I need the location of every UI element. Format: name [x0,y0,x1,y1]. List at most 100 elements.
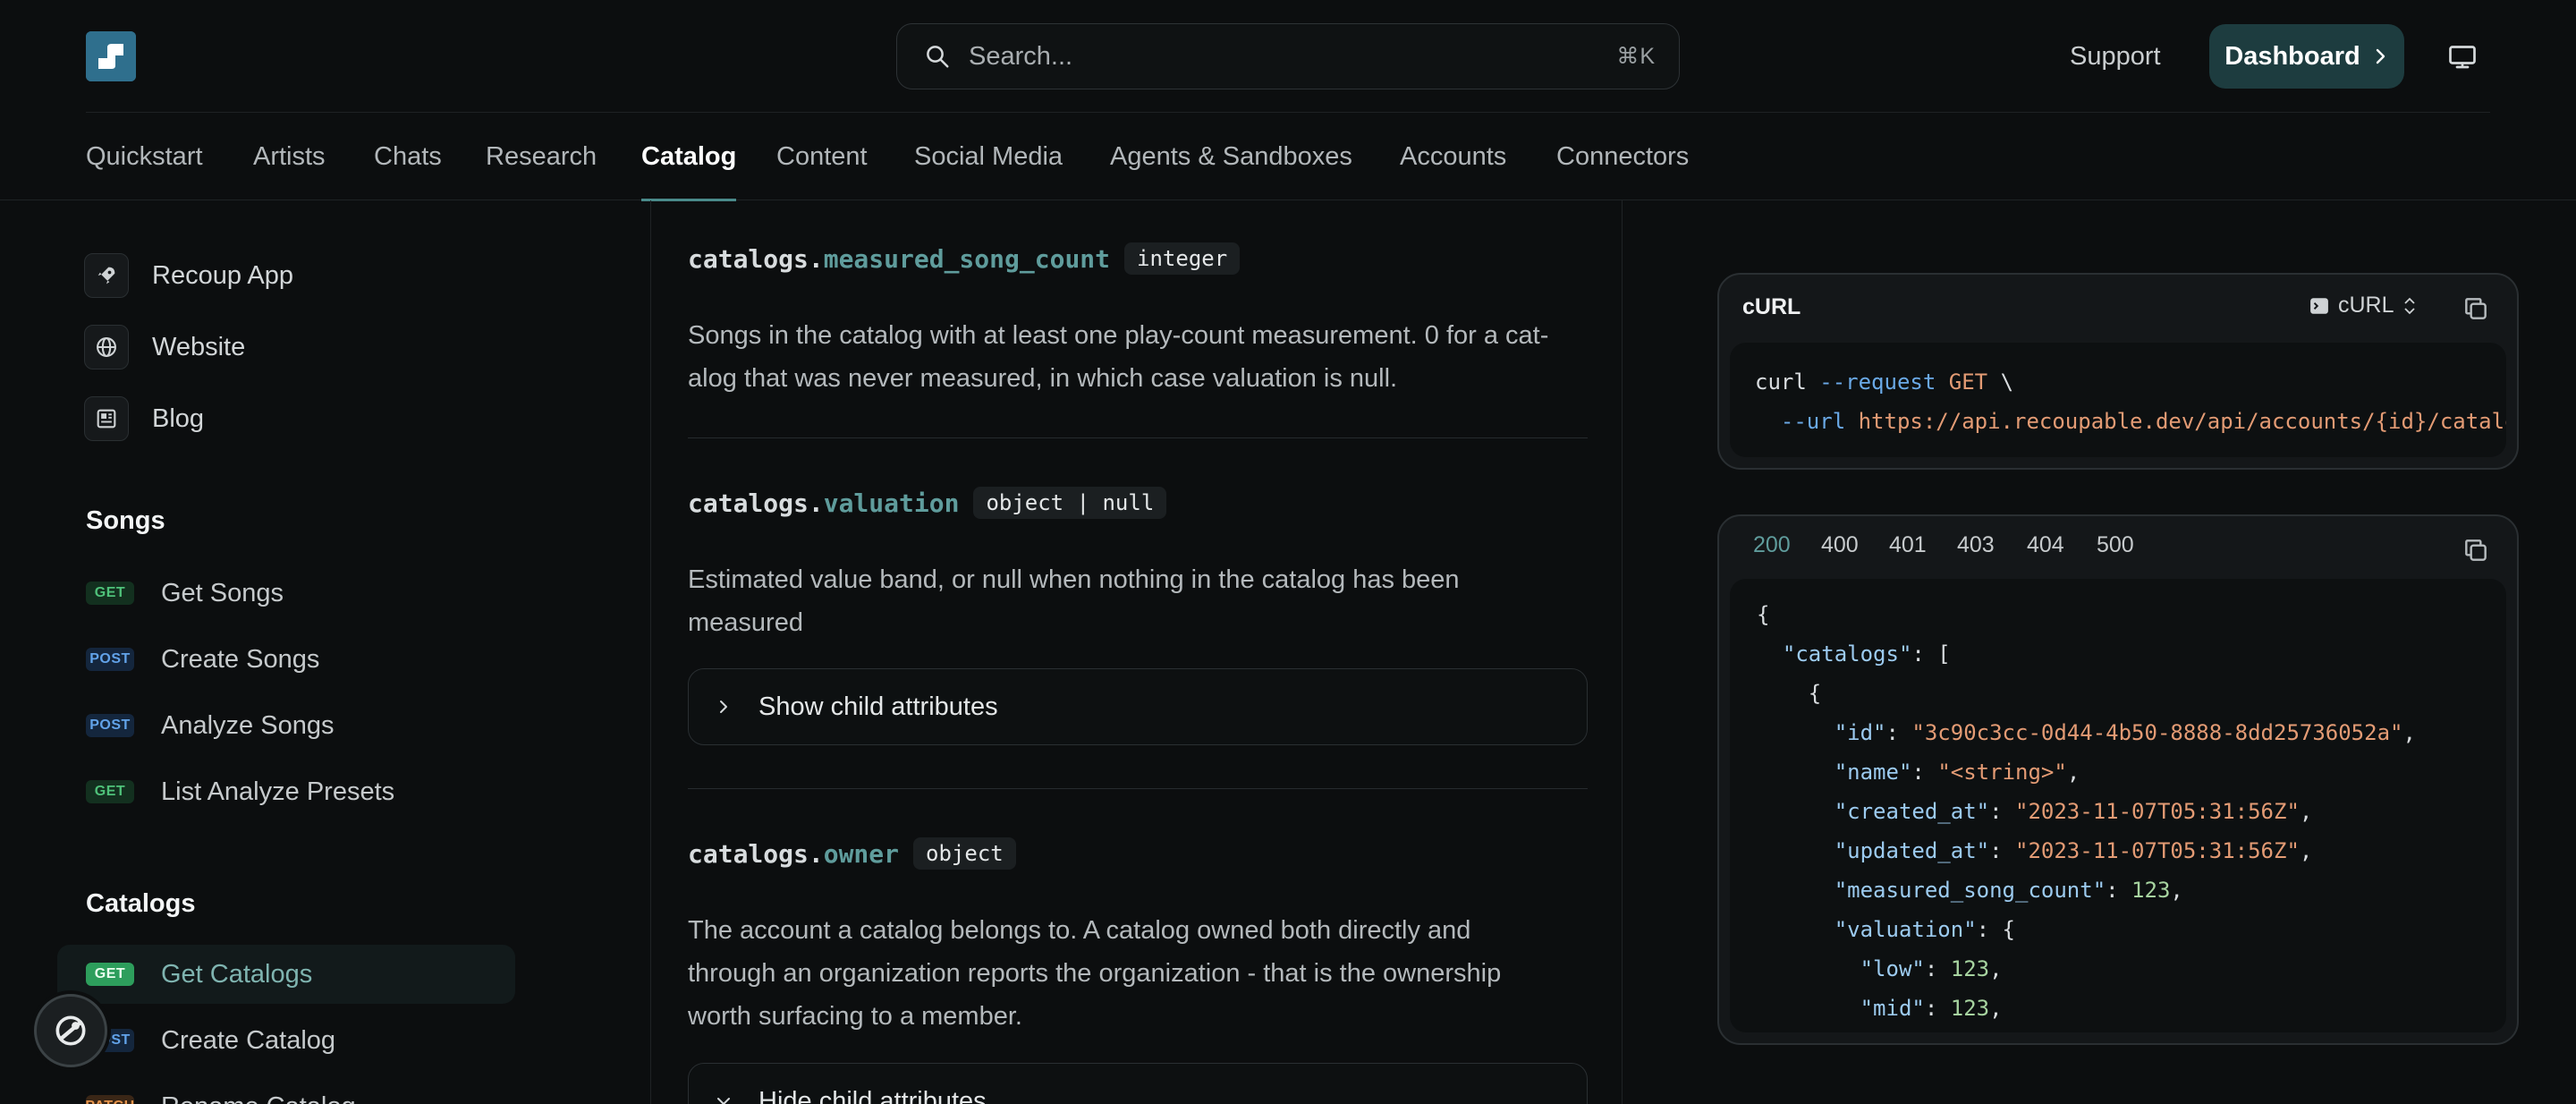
field-description: Songs in the catalog with at least one p… [688,321,1549,393]
status-tab-404[interactable]: 404 [2027,532,2064,584]
search-input[interactable] [969,41,1617,72]
code-line: "catalogs": [ [1782,641,1951,667]
method-badge: GET [86,780,134,803]
tab-artists[interactable]: Artists [253,113,326,200]
sidebar-item-get-catalogs[interactable]: GET Get Catalogs [57,945,515,1004]
assistant-button[interactable] [34,994,107,1067]
tab-connectors[interactable]: Connectors [1556,113,1689,200]
hide-child-attributes-button[interactable]: Hide child attributes [688,1063,1588,1104]
endpoint-docs: catalogs.measured_song_count integer Son… [652,200,1623,1104]
code-line: --url https://api.recoupable.dev/api/acc… [1780,409,2506,434]
field-name: catalogs.owner [688,838,900,869]
terminal-icon [2310,297,2328,314]
tab-research[interactable]: Research [486,113,597,200]
sidebar-link-label: Recoup App [152,260,294,290]
request-example-card: cURL cURL curl --request GET \ --url htt… [1717,273,2519,470]
response-field-owner: catalogs.owner object The account a cata… [688,836,1622,1038]
field-description: The account a catalog belongs to. A cata… [688,916,1502,1031]
field-name: catalogs.valuation [688,488,960,518]
language-selector-label: cURL [2338,293,2394,318]
status-tab-400[interactable]: 400 [1821,532,1859,584]
field-divider [688,788,1588,789]
chevron-up-down-icon [2403,297,2415,314]
chevron-down-icon [717,1098,730,1104]
monitor-icon[interactable] [2446,40,2479,72]
sidebar-item-label: Create Songs [161,644,320,674]
status-tab-500[interactable]: 500 [2097,532,2134,584]
sidebar-link-recoup-app[interactable]: Recoup App [84,251,293,300]
code-line: "valuation": { [1834,917,2016,942]
response-code-block: { "catalogs": [ { "id": "3c90c3cc-0d44-4… [1730,579,2506,1032]
sidebar-item-label: Create Catalog [161,1025,336,1055]
status-tab-403[interactable]: 403 [1957,532,1995,584]
sidebar-item-label: List Analyze Presets [161,777,395,806]
sidebar-item-label: Get Songs [161,578,284,607]
code-line: curl --request GET \ [1755,369,2014,395]
code-line: { [1757,602,1770,627]
newspaper-icon [84,396,129,441]
tab-content[interactable]: Content [776,113,868,200]
tab-chats[interactable]: Chats [374,113,442,200]
sidebar-section-title-catalogs: Catalogs [86,889,196,918]
request-code-block: curl --request GET \ --url https://api.r… [1730,343,2506,457]
code-line: "updated_at": "2023-11-07T05:31:56Z", [1834,838,2313,863]
sidebar-item-get-songs[interactable]: GET Get Songs [57,564,515,623]
tab-agents-sandboxes[interactable]: Agents & Sandboxes [1110,113,1352,200]
search-shortcut-hint: ⌘K [1616,44,1656,69]
tab-accounts[interactable]: Accounts [1400,113,1506,200]
sidebar-item-create-catalog[interactable]: POST Create Catalog [57,1011,515,1070]
search-icon [927,46,949,68]
sidebar-item-label: Analyze Songs [161,710,335,740]
sidebar-item-label: Get Catalogs [161,959,313,989]
sidebar-link-blog[interactable]: Blog [84,395,204,443]
code-line: "name": "<string>", [1834,760,2080,785]
response-field-measured-song-count: catalogs.measured_song_count integer Son… [688,241,1622,400]
top-header: ⌘K Support Dashboard [0,0,2576,113]
field-description: Estimated value band, or null when nothi… [688,565,1460,637]
method-badge: GET [86,963,134,986]
language-selector[interactable]: cURL [2309,293,2416,318]
tab-quickstart[interactable]: Quickstart [86,113,203,200]
sidebar-item-analyze-songs[interactable]: POST Analyze Songs [57,696,515,755]
method-badge: PATCH [85,1095,134,1104]
copy-icon[interactable] [2462,294,2490,323]
sidebar-section-title-songs: Songs [86,506,165,535]
tab-catalog[interactable]: Catalog [641,113,737,201]
dashboard-button[interactable]: Dashboard [2209,24,2404,89]
search-bar[interactable]: ⌘K [896,23,1680,89]
chevron-right-icon [720,701,727,713]
sidebar-item-create-songs[interactable]: POST Create Songs [57,630,515,689]
sidebar: Recoup App Website Blog Songs GET Get So… [0,200,651,1104]
code-line: "measured_song_count": 123, [1834,878,2183,903]
method-badge: GET [86,582,134,605]
code-line: "low": 123, [1860,956,2003,981]
response-field-valuation: catalogs.valuation object | null Estimat… [688,485,1622,644]
copy-icon[interactable] [2462,536,2490,565]
section-tabs: Quickstart Artists Chats Research Catalo… [0,113,2576,201]
logo-mark-icon [86,31,136,81]
dashboard-button-label: Dashboard [2224,41,2360,71]
status-tab-401[interactable]: 401 [1889,532,1927,584]
sidebar-item-rename-catalog[interactable]: PATCH Rename Catalog [57,1077,515,1104]
field-name: catalogs.measured_song_count [688,243,1111,274]
method-badge: POST [86,648,134,671]
tab-social-media[interactable]: Social Media [914,113,1063,200]
chevron-right-icon [2376,48,2385,64]
sidebar-item-list-analyze-presets[interactable]: GET List Analyze Presets [57,762,515,821]
assistant-icon [55,1015,86,1046]
code-line: "id": "3c90c3cc-0d44-4b50-8888-8dd257360… [1834,720,2416,745]
field-divider [688,437,1588,438]
method-badge: POST [86,714,134,737]
sidebar-link-label: Blog [152,403,205,433]
show-child-attributes-button[interactable]: Show child attributes [688,668,1588,745]
type-badge: object | null [973,487,1167,519]
code-line: "mid": 123, [1860,996,2003,1021]
toggle-label: Show child attributes [758,692,998,721]
support-link[interactable]: Support [2070,38,2161,75]
status-tab-200[interactable]: 200 [1746,532,1798,584]
recoup-logo[interactable] [86,31,136,81]
rocket-icon [84,253,129,298]
code-line: "created_at": "2023-11-07T05:31:56Z", [1834,799,2313,824]
sidebar-link-website[interactable]: Website [84,323,245,371]
sidebar-link-label: Website [152,332,246,361]
